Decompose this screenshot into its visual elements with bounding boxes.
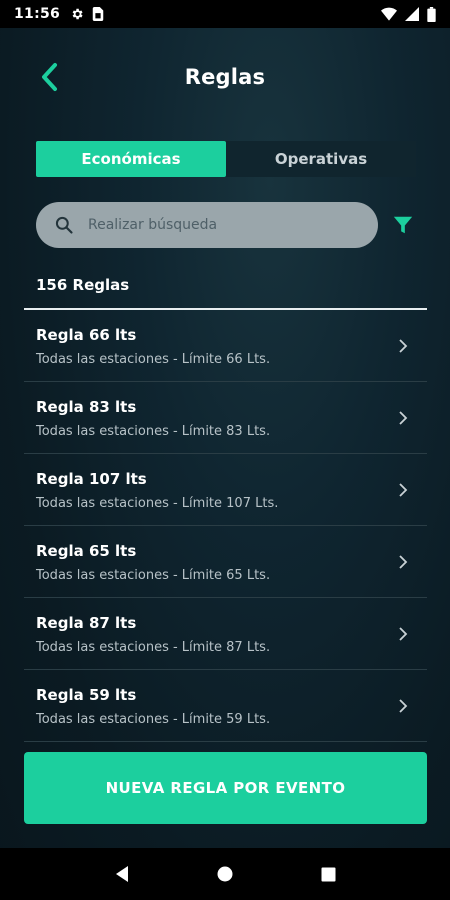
signal-icon (405, 7, 419, 21)
list-item[interactable]: Regla 65 lts Todas las estaciones - Lími… (24, 526, 427, 598)
search-bar (36, 202, 378, 248)
app-screen: 11:56 Reglas Económicas Operativas Reali… (0, 0, 450, 900)
rules-list: Regla 66 lts Todas las estaciones - Lími… (24, 310, 427, 742)
list-item[interactable]: Regla 87 lts Todas las estaciones - Lími… (24, 598, 427, 670)
search-icon (55, 216, 73, 234)
home-circle-icon (217, 866, 233, 882)
app-header: Reglas (0, 50, 450, 104)
gear-icon (72, 8, 83, 20)
chevron-left-icon (42, 63, 57, 91)
chevron-right-icon (399, 483, 408, 497)
rule-description: Todas las estaciones - Límite 59 Lts. (36, 712, 271, 727)
chevron-right-icon (399, 339, 408, 353)
new-rule-button[interactable]: NUEVA REGLA POR EVENTO (24, 752, 427, 824)
tab-operativas[interactable]: Operativas (226, 141, 416, 177)
rule-name: Regla 83 lts (36, 398, 137, 416)
nav-back-button[interactable] (102, 854, 142, 894)
sim-card-icon (92, 7, 104, 21)
filter-icon (393, 216, 413, 234)
rule-description: Todas las estaciones - Límite 107 Lts. (36, 496, 279, 511)
rule-type-tabs: Económicas Operativas (36, 141, 416, 177)
chevron-right-icon (399, 627, 408, 641)
rule-description: Todas las estaciones - Límite 66 Lts. (36, 352, 271, 367)
battery-icon (427, 6, 436, 22)
chevron-right-icon (399, 699, 408, 713)
chevron-right-icon (399, 411, 408, 425)
status-time: 11:56 (14, 6, 61, 22)
list-item[interactable]: Regla 107 lts Todas las estaciones - Lím… (24, 454, 427, 526)
nav-home-button[interactable] (205, 854, 245, 894)
rule-name: Regla 59 lts (36, 686, 137, 704)
rule-name: Regla 65 lts (36, 542, 137, 560)
search-input[interactable] (88, 217, 338, 233)
back-button[interactable] (32, 58, 66, 96)
rules-count: 156 Reglas (36, 276, 130, 294)
system-nav-bar (0, 848, 450, 900)
page-title: Reglas (184, 65, 266, 89)
list-item[interactable]: Regla 83 lts Todas las estaciones - Lími… (24, 382, 427, 454)
chevron-right-icon (399, 555, 408, 569)
rule-name: Regla 107 lts (36, 470, 147, 488)
rule-name: Regla 66 lts (36, 326, 137, 344)
filter-button[interactable] (390, 212, 416, 238)
nav-recents-button[interactable] (308, 854, 348, 894)
rule-description: Todas las estaciones - Límite 87 Lts. (36, 640, 271, 655)
status-bar: 11:56 (0, 0, 450, 28)
list-item[interactable]: Regla 66 lts Todas las estaciones - Lími… (24, 310, 427, 382)
rule-description: Todas las estaciones - Límite 83 Lts. (36, 424, 271, 439)
rule-name: Regla 87 lts (36, 614, 137, 632)
recents-square-icon (321, 867, 336, 881)
rule-description: Todas las estaciones - Límite 65 Lts. (36, 568, 271, 583)
back-triangle-icon (115, 866, 128, 882)
list-item[interactable]: Regla 59 lts Todas las estaciones - Lími… (24, 670, 427, 742)
tab-economicas[interactable]: Económicas (36, 141, 226, 177)
wifi-icon (381, 7, 397, 21)
